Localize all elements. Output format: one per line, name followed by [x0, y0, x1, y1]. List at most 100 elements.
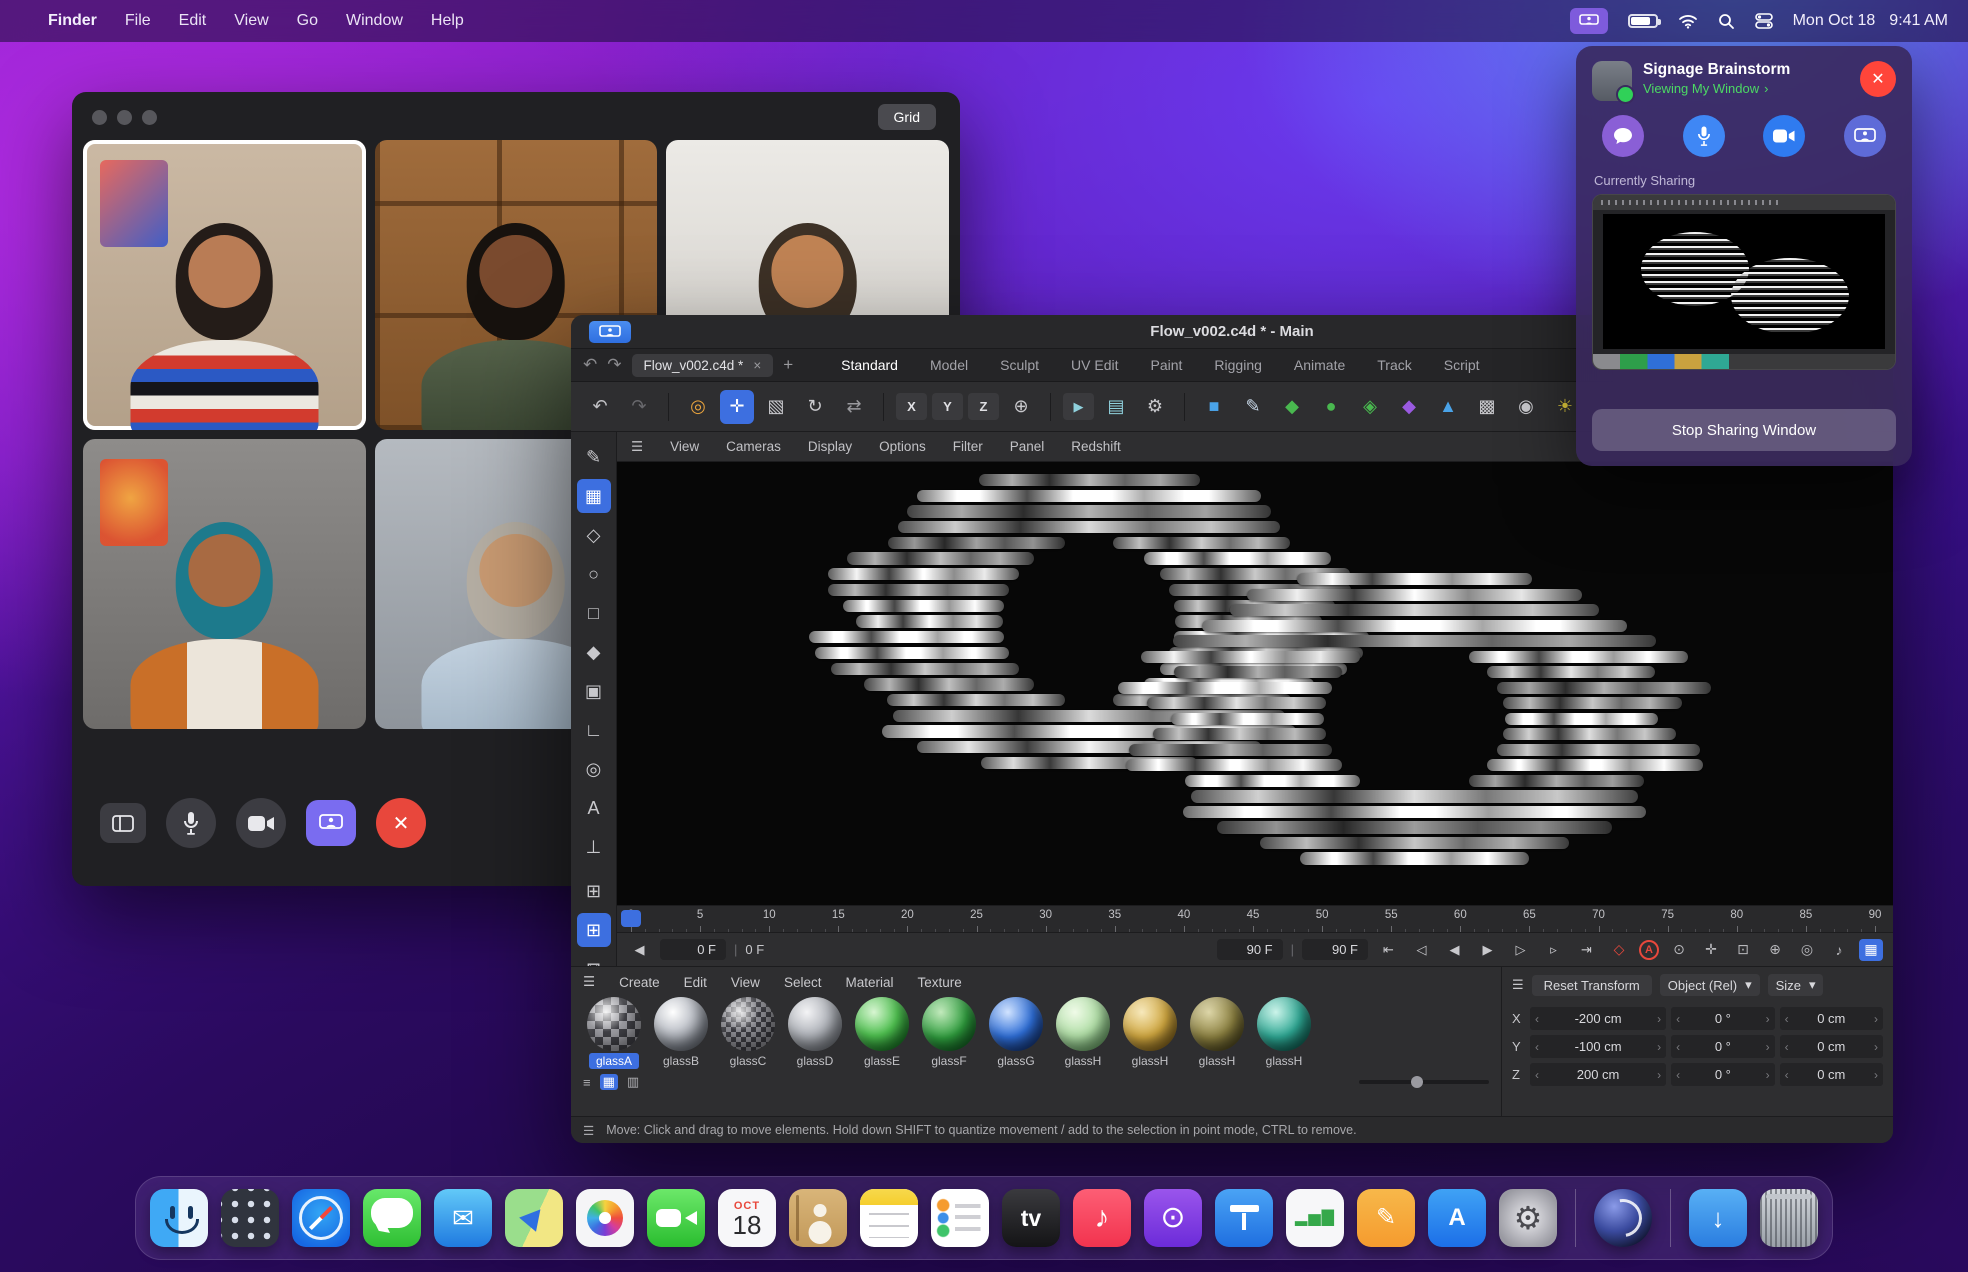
lock-x-axis-icon[interactable]: X [896, 393, 927, 420]
add-generator-icon[interactable]: ◆ [1275, 390, 1309, 424]
menu-bar-clock[interactable]: Mon Oct 18 9:41 AM [1793, 12, 1948, 30]
viewport-menu-options[interactable]: Options [879, 439, 926, 454]
target-tool-icon[interactable]: ◎ [577, 752, 611, 786]
share-screen-button[interactable] [1844, 115, 1886, 157]
material-swatch-1[interactable]: glassA [583, 997, 645, 1069]
layout-tab-paint[interactable]: Paint [1151, 357, 1183, 373]
status-menu-icon[interactable]: ☰ [583, 1123, 594, 1138]
snap-settings-icon[interactable]: ▦ [1859, 939, 1883, 961]
layout-tab-animate[interactable]: Animate [1294, 357, 1345, 373]
dock-cinema4d[interactable] [1594, 1189, 1652, 1247]
redo-icon[interactable]: ↷ [607, 355, 621, 375]
add-camera-icon[interactable]: ◉ [1509, 390, 1543, 424]
material-view-toggle-2[interactable]: ▦ [600, 1074, 618, 1090]
anchor-tool-icon[interactable]: ⊥ [577, 830, 611, 864]
stepper-decrease-icon[interactable]: ‹ [1535, 1012, 1539, 1026]
dock-downloads[interactable]: ↓ [1689, 1189, 1747, 1247]
zoom-window-button[interactable] [142, 110, 157, 125]
coordinate-system-icon[interactable]: ⊕ [1004, 390, 1038, 424]
stepper-decrease-icon[interactable]: ‹ [1785, 1068, 1789, 1082]
grid-layout-button[interactable]: Grid [878, 104, 936, 130]
viewport-menu-display[interactable]: Display [808, 439, 852, 454]
window-shared-badge-icon[interactable] [589, 321, 631, 343]
dock-keynote[interactable] [1215, 1189, 1273, 1247]
dock-mail[interactable]: ✉ [434, 1189, 492, 1247]
material-swatch-10[interactable]: glassH [1186, 997, 1248, 1069]
stepper-decrease-icon[interactable]: ‹ [1785, 1040, 1789, 1054]
move-tool-icon[interactable]: ✛ [720, 390, 754, 424]
stepper-decrease-icon[interactable]: ‹ [1676, 1012, 1680, 1026]
next-frame-button[interactable]: ▷ [1508, 939, 1533, 961]
viewing-window-link[interactable]: Viewing My Window › [1643, 81, 1790, 96]
menu-view[interactable]: View [234, 12, 268, 30]
control-center-icon[interactable] [1755, 13, 1773, 29]
go-to-start-button[interactable]: ⇤ [1376, 939, 1401, 961]
coordinates-panel-menu-icon[interactable]: ☰ [1512, 977, 1524, 993]
sidebar-toggle-button[interactable] [100, 803, 146, 843]
add-volume-icon[interactable]: ◈ [1353, 390, 1387, 424]
rotation-keys-icon[interactable]: ⊕ [1763, 939, 1787, 961]
lock-z-axis-icon[interactable]: Z [968, 393, 999, 420]
timeline-ruler[interactable]: 051015202530354045505560657075808590 [617, 905, 1893, 932]
material-swatch-6[interactable]: glassF [918, 997, 980, 1069]
transform-z-rotation-field[interactable]: ‹0 °› [1671, 1063, 1774, 1086]
close-window-button[interactable] [92, 110, 107, 125]
lock-y-axis-icon[interactable]: Y [932, 393, 963, 420]
dock-facetime[interactable] [647, 1189, 705, 1247]
timeline-playhead[interactable] [621, 910, 641, 927]
active-app-menu[interactable]: Finder [48, 12, 97, 30]
dock-tv[interactable]: tv [1002, 1189, 1060, 1247]
stepper-increase-icon[interactable]: › [1657, 1068, 1661, 1082]
viewport-canvas[interactable] [617, 462, 1893, 905]
viewport-menu-view[interactable]: View [670, 439, 699, 454]
stepper-increase-icon[interactable]: › [1766, 1068, 1770, 1082]
material-swatch-9[interactable]: glassH [1119, 997, 1181, 1069]
messages-button[interactable] [1602, 115, 1644, 157]
live-selection-tool-icon[interactable]: ◎ [681, 390, 715, 424]
add-scene-object-icon[interactable]: ▩ [1470, 390, 1504, 424]
material-menu-edit[interactable]: Edit [684, 975, 707, 990]
current-frame-field[interactable]: 0 F [660, 939, 726, 960]
dock-safari[interactable] [292, 1189, 350, 1247]
dock-notes[interactable] [860, 1189, 918, 1247]
add-cube-object-icon[interactable]: ■ [1197, 390, 1231, 424]
add-spline-icon[interactable]: ✎ [1236, 390, 1270, 424]
dock-finder[interactable] [150, 1189, 208, 1247]
dock-trash[interactable] [1760, 1189, 1818, 1247]
material-view-toggle-1[interactable]: ≡ [583, 1075, 591, 1090]
material-swatch-3[interactable]: glassC [717, 997, 779, 1069]
stepper-increase-icon[interactable]: › [1874, 1068, 1878, 1082]
menu-window[interactable]: Window [346, 12, 403, 30]
layout-tab-rigging[interactable]: Rigging [1214, 357, 1261, 373]
material-swatch-5[interactable]: glassE [851, 997, 913, 1069]
viewport-menu-panel[interactable]: Panel [1010, 439, 1045, 454]
camera-toggle-button[interactable] [236, 798, 286, 848]
battery-icon[interactable] [1628, 14, 1658, 28]
dock-podcasts[interactable]: ⊙ [1144, 1189, 1202, 1247]
end-call-button[interactable]: ✕ [376, 798, 426, 848]
menu-help[interactable]: Help [431, 12, 464, 30]
transform-y-scale-field[interactable]: ‹0 cm› [1780, 1035, 1883, 1058]
material-view-toggle-3[interactable]: ▥ [627, 1074, 639, 1090]
share-screen-button[interactable] [306, 800, 356, 846]
axis-tool-icon[interactable]: ∟ [577, 713, 611, 747]
sound-icon[interactable]: ♪ [1827, 939, 1851, 961]
dock-calendar[interactable]: OCT18 [718, 1189, 776, 1247]
stepper-increase-icon[interactable]: › [1874, 1040, 1878, 1054]
scale-tool-icon[interactable]: ▧ [759, 390, 793, 424]
end-frame-field[interactable]: 90 F [1217, 939, 1283, 960]
dock-contacts[interactable] [789, 1189, 847, 1247]
leave-call-button[interactable]: ✕ [1860, 61, 1896, 97]
transform-x-position-field[interactable]: ‹-200 cm› [1530, 1007, 1666, 1030]
material-menu-material[interactable]: Material [845, 975, 893, 990]
transform-x-scale-field[interactable]: ‹0 cm› [1780, 1007, 1883, 1030]
rotate-tool-icon[interactable]: ↻ [798, 390, 832, 424]
wifi-icon[interactable] [1678, 14, 1698, 29]
viewport-menu-redshift[interactable]: Redshift [1071, 439, 1121, 454]
box-select-tool-icon[interactable]: ▦ [577, 479, 611, 513]
close-tab-icon[interactable]: × [753, 358, 761, 373]
mute-button[interactable] [1683, 115, 1725, 157]
dock-maps[interactable] [505, 1189, 563, 1247]
mesh-tool-icon[interactable]: ▣ [577, 674, 611, 708]
material-menu-create[interactable]: Create [619, 975, 660, 990]
